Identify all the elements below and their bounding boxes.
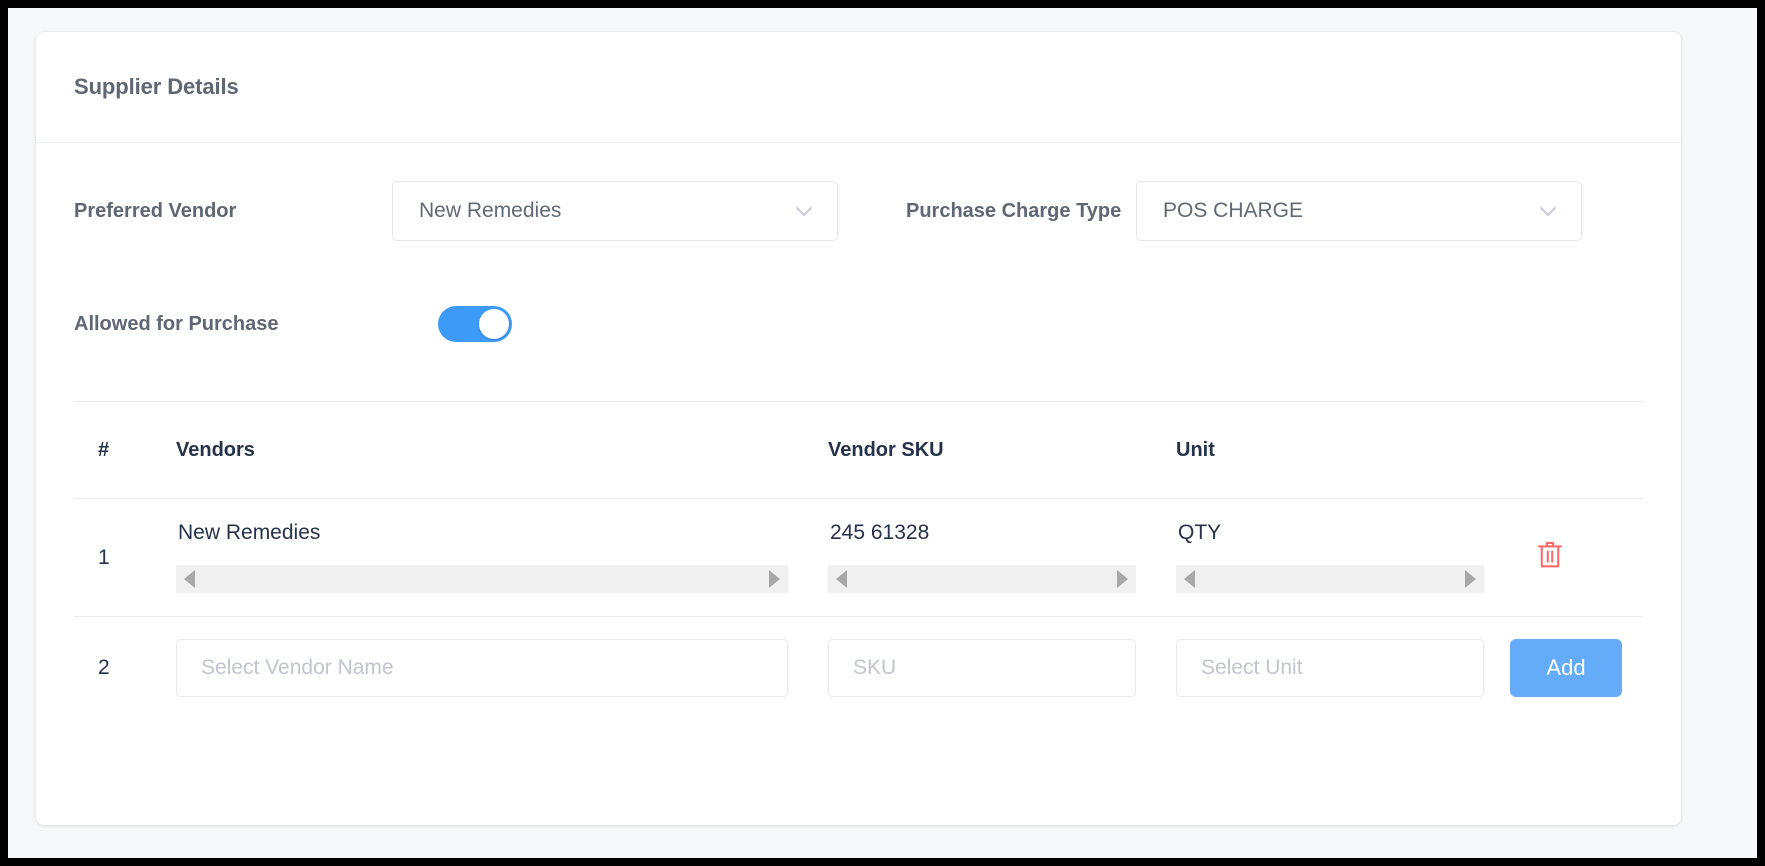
preferred-vendor-label: Preferred Vendor	[74, 200, 392, 223]
row-sku-value: 245 61328	[828, 522, 1136, 543]
page-title: Supplier Details	[74, 74, 239, 100]
supplier-fields-row: Preferred Vendor New Remedies Purchase C…	[74, 171, 1643, 251]
allowed-for-purchase-row: Allowed for Purchase	[74, 299, 1643, 349]
scroll-left-arrow-icon[interactable]	[184, 570, 195, 588]
preferred-vendor-select[interactable]: New Remedies	[392, 181, 838, 241]
new-row-actions-cell: Add	[1508, 639, 1643, 697]
trash-icon	[1535, 539, 1565, 576]
chevron-down-icon	[793, 200, 815, 222]
allowed-for-purchase-toggle[interactable]	[438, 306, 512, 342]
row-unit-cell: QTY	[1160, 522, 1508, 593]
add-button[interactable]: Add	[1510, 639, 1622, 697]
purchase-charge-type-select[interactable]: POS CHARGE	[1136, 181, 1582, 241]
row-vendor-cell: New Remedies	[152, 522, 812, 593]
chevron-down-icon	[1537, 200, 1559, 222]
unit-input[interactable]: Select Unit	[1176, 639, 1484, 697]
row-actions-cell	[1508, 536, 1643, 580]
scroll-left-arrow-icon[interactable]	[836, 570, 847, 588]
scroll-right-arrow-icon[interactable]	[1117, 570, 1128, 588]
scroll-right-arrow-icon[interactable]	[769, 570, 780, 588]
scroll-left-arrow-icon[interactable]	[1184, 570, 1195, 588]
new-row-sku-cell: SKU	[812, 639, 1160, 697]
vendor-name-input[interactable]: Select Vendor Name	[176, 639, 788, 697]
preferred-vendor-value: New Remedies	[419, 199, 561, 223]
row-vendor-value: New Remedies	[176, 522, 788, 543]
column-header-vendors: Vendors	[152, 439, 812, 462]
sku-cell-scrollbar[interactable]	[828, 565, 1136, 593]
scroll-right-arrow-icon[interactable]	[1465, 570, 1476, 588]
allowed-for-purchase-label: Allowed for Purchase	[74, 313, 392, 336]
purchase-charge-type-value: POS CHARGE	[1163, 199, 1303, 223]
table-row: 1 New Remedies 245 61328	[74, 499, 1643, 617]
row-sku-cell: 245 61328	[812, 522, 1160, 593]
supplier-details-card: Supplier Details Preferred Vendor New Re…	[36, 32, 1681, 825]
column-header-unit: Unit	[1160, 439, 1508, 462]
unit-cell-scrollbar[interactable]	[1176, 565, 1484, 593]
new-row-vendor-cell: Select Vendor Name	[152, 639, 812, 697]
row-unit-value: QTY	[1176, 522, 1484, 543]
table-header-row: # Vendors Vendor SKU Unit	[74, 402, 1643, 499]
card-header: Supplier Details	[36, 32, 1681, 143]
page-viewport: Supplier Details Preferred Vendor New Re…	[8, 8, 1757, 858]
purchase-charge-type-label: Purchase Charge Type	[838, 200, 1136, 223]
toggle-knob	[479, 309, 509, 339]
column-header-sku: Vendor SKU	[812, 439, 1160, 462]
vendors-table: # Vendors Vendor SKU Unit 1 New Remedies	[74, 402, 1643, 718]
row-number: 1	[74, 546, 152, 570]
table-new-row: 2 Select Vendor Name SKU Select Unit Add	[74, 617, 1643, 718]
new-row-unit-cell: Select Unit	[1160, 639, 1508, 697]
column-header-num: #	[74, 439, 152, 462]
new-row-number: 2	[74, 656, 152, 680]
sku-input[interactable]: SKU	[828, 639, 1136, 697]
vendor-cell-scrollbar[interactable]	[176, 565, 788, 593]
card-body: Preferred Vendor New Remedies Purchase C…	[36, 171, 1681, 718]
delete-row-button[interactable]	[1528, 536, 1572, 580]
